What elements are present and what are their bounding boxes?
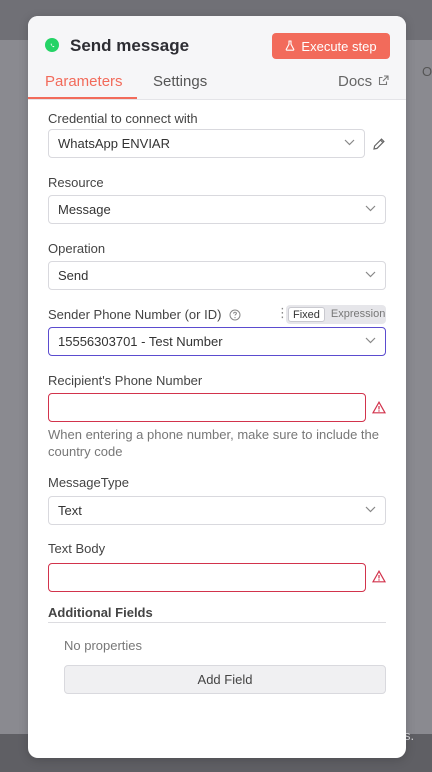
no-properties-text: No properties xyxy=(64,638,143,653)
resource-label: Resource xyxy=(48,175,104,190)
message-type-select[interactable]: Text xyxy=(48,496,386,525)
chevron-down-icon xyxy=(365,337,376,344)
active-tab-indicator xyxy=(28,97,137,99)
sender-select[interactable]: 15556303701 - Test Number xyxy=(48,327,386,356)
node-panel: Send message Execute step Parameters Set… xyxy=(28,16,406,758)
credential-select[interactable]: WhatsApp ENVIAR xyxy=(48,129,365,158)
sender-label-text: Sender Phone Number (or ID) xyxy=(48,307,222,322)
whatsapp-icon xyxy=(45,38,59,52)
warning-icon xyxy=(372,401,386,414)
docs-link[interactable]: Docs xyxy=(338,73,389,90)
docs-label: Docs xyxy=(338,73,373,90)
execute-step-button[interactable]: Execute step xyxy=(272,33,390,59)
tab-parameters[interactable]: Parameters xyxy=(45,73,123,90)
chevron-down-icon xyxy=(365,506,376,513)
add-field-button[interactable]: Add Field xyxy=(64,665,386,694)
recipient-hint: When entering a phone number, make sure … xyxy=(48,427,379,459)
fixed-option[interactable]: Fixed xyxy=(288,307,325,322)
operation-select[interactable]: Send xyxy=(48,261,386,290)
text-body-label: Text Body xyxy=(48,541,106,556)
background-text: O xyxy=(422,64,432,79)
warning-icon xyxy=(372,570,386,583)
external-link-icon xyxy=(378,73,389,90)
resource-select[interactable]: Message xyxy=(48,195,386,224)
sender-value: 15556303701 - Test Number xyxy=(58,334,223,349)
panel-header: Send message Execute step Parameters Set… xyxy=(28,16,406,100)
operation-label: Operation xyxy=(48,241,106,256)
fixed-expression-toggle[interactable]: Fixed Expression xyxy=(286,305,386,324)
panel-title: Send message xyxy=(70,36,190,55)
sender-label: Sender Phone Number (or ID) xyxy=(48,307,241,322)
text-body-input[interactable] xyxy=(48,563,366,592)
flask-icon xyxy=(285,39,295,54)
message-type-value: Text xyxy=(58,503,82,518)
resource-value: Message xyxy=(58,202,111,217)
additional-fields-title: Additional Fields xyxy=(48,605,153,620)
tab-settings[interactable]: Settings xyxy=(153,73,207,90)
operation-value: Send xyxy=(58,268,89,283)
chevron-down-icon xyxy=(344,139,355,146)
message-type-label: MessageType xyxy=(48,475,129,490)
recipient-input[interactable] xyxy=(48,393,366,422)
help-icon[interactable] xyxy=(229,309,241,321)
recipient-label: Recipient's Phone Number xyxy=(48,373,203,388)
credential-value: WhatsApp ENVIAR xyxy=(58,136,170,151)
execute-step-label: Execute step xyxy=(301,38,377,54)
section-divider xyxy=(48,622,386,623)
expression-option[interactable]: Expression xyxy=(327,307,389,322)
chevron-down-icon xyxy=(365,271,376,278)
pencil-icon[interactable] xyxy=(372,137,386,151)
credential-label: Credential to connect with xyxy=(48,111,198,126)
chevron-down-icon xyxy=(365,205,376,212)
